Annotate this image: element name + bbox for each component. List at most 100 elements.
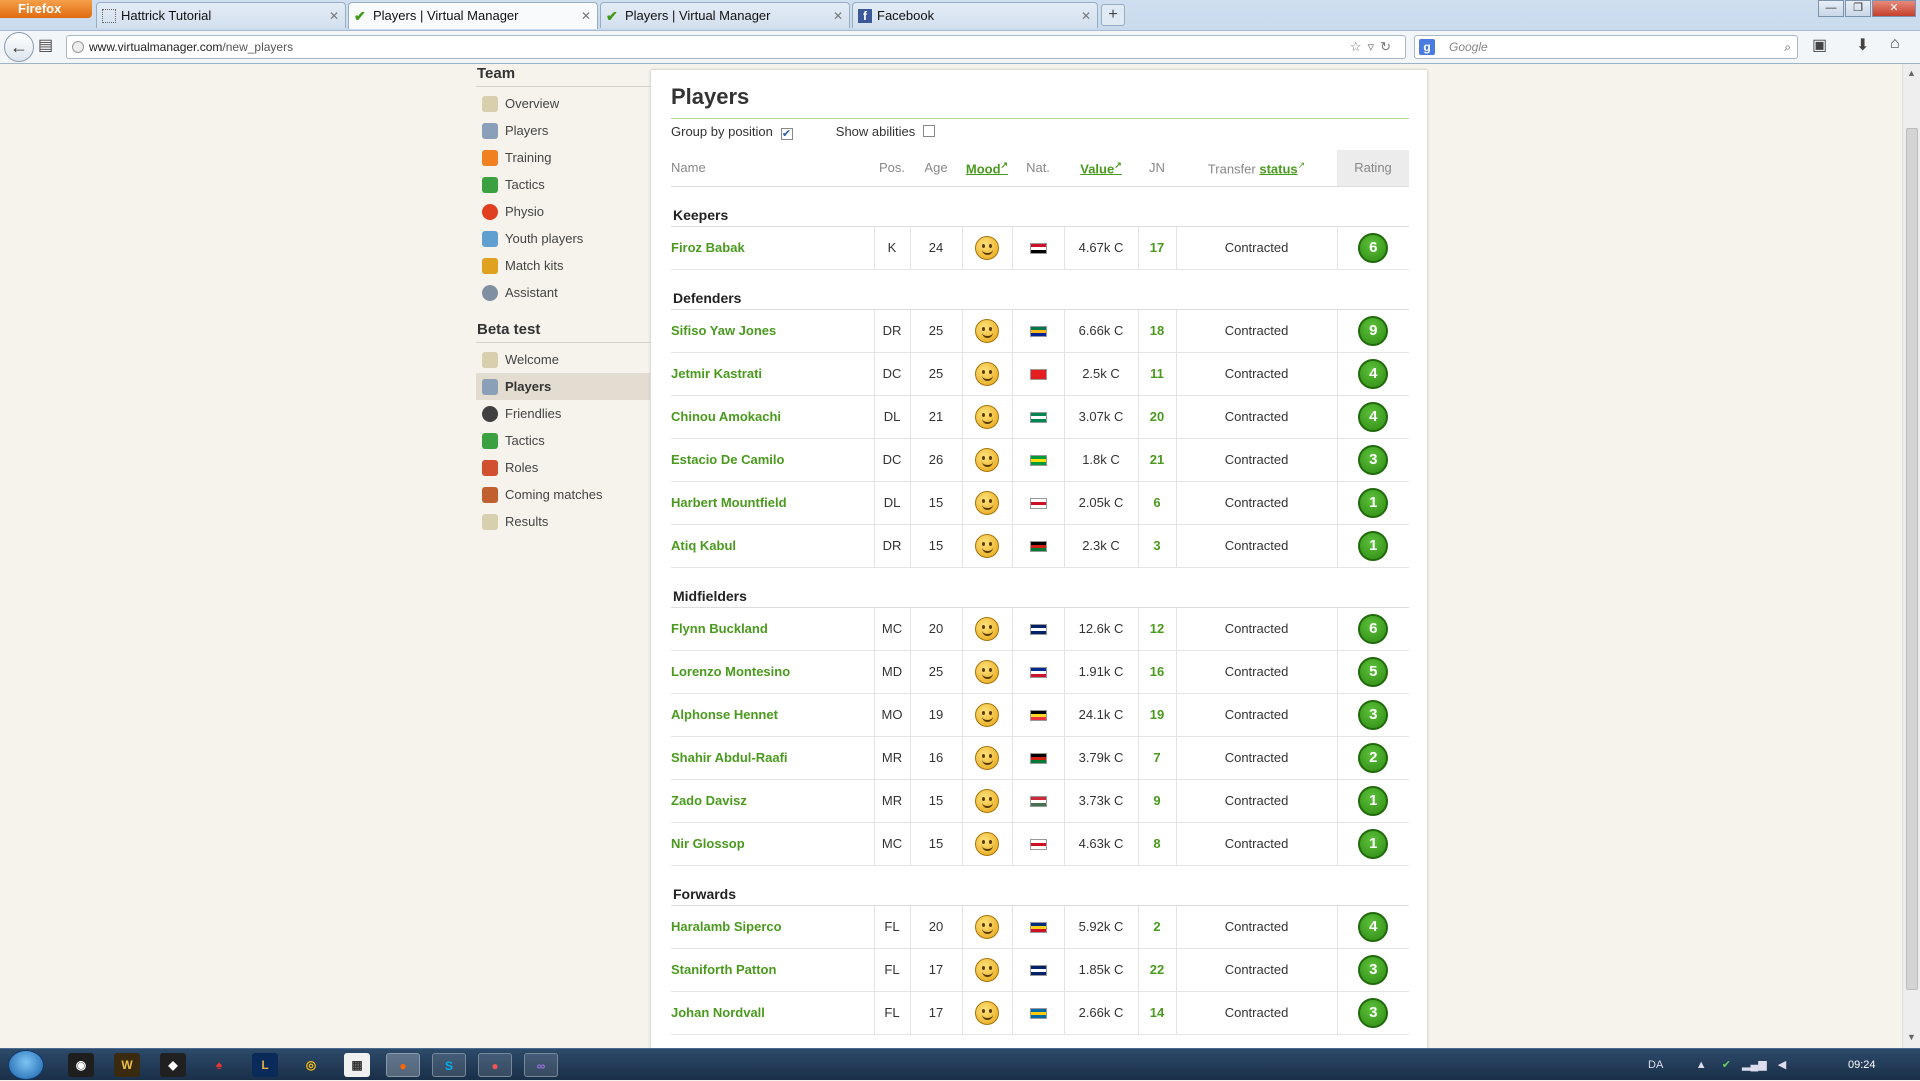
tab-facebook[interactable]: f Facebook ✕: [852, 2, 1098, 28]
google-icon[interactable]: g: [1419, 39, 1435, 55]
column-header-rating[interactable]: Rating: [1337, 150, 1409, 187]
column-header-mood[interactable]: Mood↗: [962, 150, 1012, 187]
tray-check-icon[interactable]: ✔: [1722, 1059, 1731, 1071]
player-name-link[interactable]: Flynn Buckland: [671, 607, 874, 651]
show-abilities-checkbox[interactable]: [922, 125, 935, 137]
player-name-link[interactable]: Sifiso Yaw Jones: [671, 309, 874, 353]
scroll-up-arrow-icon[interactable]: ▲: [1907, 68, 1916, 78]
scrollbar-thumb[interactable]: [1906, 128, 1918, 990]
column-header-nat[interactable]: Nat.: [1012, 150, 1064, 187]
tab-hattrick-tutorial[interactable]: Hattrick Tutorial ✕: [96, 2, 346, 28]
player-position: FL: [873, 948, 910, 992]
app-icon[interactable]: ●: [478, 1053, 512, 1077]
calculator-icon[interactable]: ▦: [344, 1053, 370, 1077]
back-button[interactable]: ←: [4, 32, 34, 62]
player-name-link[interactable]: Estacio De Camilo: [671, 438, 874, 482]
player-name-link[interactable]: Alphonse Hennet: [671, 693, 874, 737]
sidebar-item-physio[interactable]: Physio: [476, 198, 650, 225]
value-link[interactable]: Value: [1080, 161, 1114, 176]
firefox-taskbar-icon[interactable]: ●: [386, 1053, 420, 1077]
sidebar-item-label: Overview: [505, 96, 560, 111]
bookmark-star-icon[interactable]: ☆: [1350, 39, 1368, 54]
search-input[interactable]: g Google ⌕: [1414, 35, 1798, 59]
toolbar-menu-icon[interactable]: ▣: [1812, 35, 1827, 55]
player-nationality: [1011, 481, 1064, 525]
sidebar-item-beta-welcome[interactable]: Welcome: [476, 346, 650, 373]
close-tab-icon[interactable]: ✕: [1081, 3, 1091, 29]
download-icon[interactable]: ⬇: [1856, 35, 1869, 55]
smiley-mood-icon: [975, 235, 999, 260]
player-name-link[interactable]: Shahir Abdul-Raafi: [671, 736, 874, 780]
column-header-name[interactable]: Name: [671, 150, 874, 187]
player-name-link[interactable]: Harbert Mountfield: [671, 481, 874, 525]
hon-icon[interactable]: ◉: [68, 1053, 94, 1077]
sidebar-item-overview[interactable]: Overview: [476, 90, 650, 117]
player-name-link[interactable]: Firoz Babak: [671, 226, 874, 270]
group-by-position-checkbox[interactable]: ✔: [780, 128, 793, 140]
tab-players[interactable]: ✔ Players | Virtual Manager ✕: [600, 2, 850, 28]
close-tab-icon[interactable]: ✕: [833, 3, 843, 29]
close-tab-icon[interactable]: ✕: [329, 3, 339, 29]
vertical-scrollbar[interactable]: ▲ ▼: [1902, 64, 1920, 1048]
player-name-link[interactable]: Chinou Amokachi: [671, 395, 874, 439]
network-icon[interactable]: ▂▄▆: [1742, 1059, 1767, 1071]
player-age: 15: [909, 822, 962, 866]
scroll-down-arrow-icon[interactable]: ▼: [1907, 1032, 1916, 1042]
sidebar-item-youth-players[interactable]: Youth players: [476, 225, 650, 252]
player-name-link[interactable]: Johan Nordvall: [671, 991, 874, 1035]
player-name-link[interactable]: Nir Glossop: [671, 822, 874, 866]
sidebar-item-training[interactable]: Training: [476, 144, 650, 171]
column-header-jn[interactable]: JN: [1138, 150, 1176, 187]
player-name-link[interactable]: Lorenzo Montesino: [671, 650, 874, 694]
sidebar-item-match-kits[interactable]: Match kits: [476, 252, 650, 279]
mood-link[interactable]: Mood: [966, 161, 1001, 176]
column-header-value[interactable]: Value↗: [1064, 150, 1138, 187]
sidebar-item-players[interactable]: Players: [476, 117, 650, 144]
language-indicator[interactable]: DA: [1648, 1059, 1663, 1071]
visual-studio-icon[interactable]: ∞: [524, 1053, 558, 1077]
player-name-link[interactable]: Staniforth Patton: [671, 948, 874, 992]
player-name-link[interactable]: Haralamb Siperco: [671, 905, 874, 949]
sidebar-item-beta-friendlies[interactable]: Friendlies: [476, 400, 650, 427]
sidebar-item-beta-results[interactable]: Results: [476, 508, 650, 535]
sidebar-item-tactics[interactable]: Tactics: [476, 171, 650, 198]
tab-players-active[interactable]: ✔ Players | Virtual Manager ✕: [348, 2, 598, 29]
sidebar-item-beta-roles[interactable]: Roles: [476, 454, 650, 481]
maximize-button[interactable]: ❐: [1845, 0, 1871, 17]
home-icon[interactable]: ⌂: [1890, 35, 1900, 53]
close-tab-icon[interactable]: ✕: [581, 3, 591, 29]
player-name-link[interactable]: Jetmir Kastrati: [671, 352, 874, 396]
skype-icon[interactable]: S: [432, 1053, 466, 1077]
dropdown-arrow-icon[interactable]: ▿: [1368, 39, 1381, 54]
volume-icon[interactable]: ◀: [1778, 1059, 1786, 1071]
league-icon[interactable]: L: [252, 1053, 278, 1077]
sidebar-item-label: Coming matches: [505, 487, 603, 502]
close-window-button[interactable]: ✕: [1872, 0, 1916, 17]
game-icon[interactable]: ◆: [160, 1053, 186, 1077]
tray-arrow-icon[interactable]: ▲: [1696, 1059, 1707, 1071]
windows-taskbar: ◉ W ◆ ♠ L ◎ ▦ ● S ● ∞ DA ▲ ✔ ▂▄▆ ◀ 09:24: [0, 1048, 1920, 1080]
clock[interactable]: 09:24: [1848, 1049, 1876, 1081]
minimize-button[interactable]: —: [1818, 0, 1844, 17]
page-menu-icon[interactable]: ▤: [38, 35, 53, 55]
new-tab-button[interactable]: +: [1101, 4, 1125, 26]
sidebar-item-beta-coming-matches[interactable]: Coming matches: [476, 481, 650, 508]
warcraft-icon[interactable]: W: [114, 1053, 140, 1077]
player-age: 17: [909, 948, 962, 992]
search-icon[interactable]: ⌕: [1784, 36, 1791, 58]
firefox-menu-button[interactable]: Firefox: [0, 0, 92, 18]
poker-icon[interactable]: ♠: [206, 1053, 232, 1077]
column-header-transfer[interactable]: Transfer status↗: [1176, 150, 1337, 187]
sidebar-item-beta-players[interactable]: Players: [476, 373, 650, 400]
chrome-icon[interactable]: ◎: [298, 1053, 324, 1077]
player-name-link[interactable]: Atiq Kabul: [671, 524, 874, 568]
status-link[interactable]: status: [1259, 161, 1297, 176]
start-button[interactable]: [8, 1050, 44, 1080]
url-bar[interactable]: www.virtualmanager.com/new_players ☆▿↻: [66, 35, 1406, 59]
player-name-link[interactable]: Zado Davisz: [671, 779, 874, 823]
sidebar-item-beta-tactics[interactable]: Tactics: [476, 427, 650, 454]
reload-icon[interactable]: ↻: [1380, 39, 1397, 54]
column-header-pos[interactable]: Pos.: [874, 150, 910, 187]
sidebar-item-assistant[interactable]: Assistant: [476, 279, 650, 306]
column-header-age[interactable]: Age: [910, 150, 962, 187]
